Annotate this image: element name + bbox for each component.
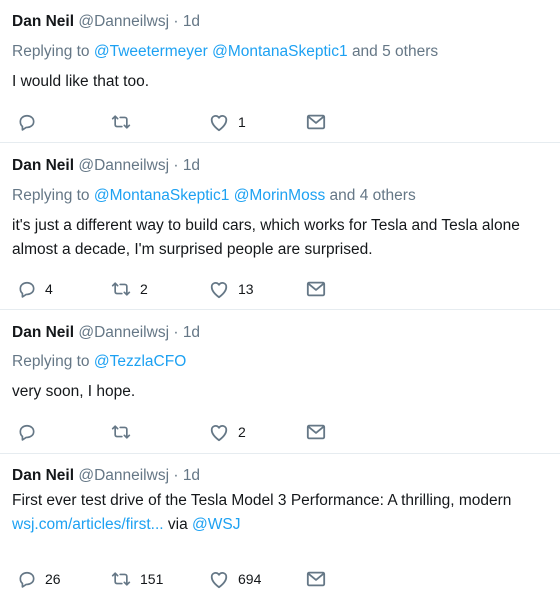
author-handle[interactable]: @Danneilwsj — [78, 467, 169, 484]
like-count: 2 — [238, 424, 246, 440]
reply-button[interactable] — [17, 420, 45, 444]
tweet-header: Dan Neil @Danneilwsj · 1d — [12, 466, 200, 486]
tweet-actions: 2 — [0, 420, 560, 444]
tweet-actions: 1 — [0, 110, 560, 134]
replying-prefix: Replying to — [12, 353, 90, 370]
dm-button[interactable] — [305, 110, 327, 134]
retweet-count: 151 — [140, 571, 164, 587]
author-handle[interactable]: @Danneilwsj — [78, 13, 169, 30]
retweet-button[interactable] — [110, 420, 140, 444]
author-name[interactable]: Dan Neil — [12, 13, 74, 30]
retweet-button[interactable] — [110, 110, 140, 134]
author-name[interactable]: Dan Neil — [12, 467, 74, 484]
tweet-text-line: wsj.com/articles/first... via @WSJ — [12, 515, 240, 535]
timestamp[interactable]: 1d — [183, 324, 200, 341]
tweet-text-line: First ever test drive of the Tesla Model… — [12, 492, 512, 509]
author-name[interactable]: Dan Neil — [12, 157, 74, 174]
timestamp[interactable]: 1d — [183, 157, 200, 174]
retweet-icon — [110, 112, 132, 132]
heart-icon — [208, 279, 230, 299]
reply-icon — [17, 279, 37, 299]
mention-link[interactable]: @TezzlaCFO — [94, 353, 186, 370]
tweet-header: Dan Neil @Danneilwsj · 1d — [12, 156, 200, 176]
dm-button[interactable] — [305, 277, 327, 301]
mention-link[interactable]: @WSJ — [192, 516, 240, 533]
reply-button[interactable]: 4 — [17, 277, 53, 301]
timestamp[interactable]: 1d — [183, 13, 200, 30]
reply-icon — [17, 422, 37, 442]
replying-suffix[interactable]: and 5 others — [352, 43, 438, 60]
tweet-actions: 26 151 694 — [0, 567, 560, 591]
heart-icon — [208, 422, 230, 442]
separator-dot: · — [173, 324, 179, 341]
tweet-text-line: almost a decade, I'm surprised people ar… — [12, 241, 373, 258]
separator-dot: · — [173, 467, 179, 484]
reply-count: 26 — [45, 571, 61, 587]
mention-link[interactable]: @Tweetermeyer — [94, 43, 208, 60]
mail-icon — [305, 569, 327, 589]
like-button[interactable]: 694 — [208, 567, 261, 591]
reply-icon — [17, 112, 37, 132]
retweet-button[interactable]: 151 — [110, 567, 163, 591]
retweet-icon — [110, 569, 132, 589]
tweet-text: I would like that too. — [12, 73, 149, 90]
like-button[interactable]: 1 — [208, 110, 246, 134]
mention-link[interactable]: @MontanaSkeptic1 — [212, 43, 348, 60]
replying-to: Replying to @TezzlaCFO — [12, 352, 186, 372]
replying-prefix: Replying to — [12, 43, 90, 60]
reply-icon — [17, 569, 37, 589]
tweet-actions: 4 2 13 — [0, 277, 560, 301]
author-handle[interactable]: @Danneilwsj — [78, 157, 169, 174]
replying-to: Replying to @MontanaSkeptic1 @MorinMoss … — [12, 186, 416, 206]
retweet-button[interactable]: 2 — [110, 277, 148, 301]
heart-icon — [208, 112, 230, 132]
tweet-header: Dan Neil @Danneilwsj · 1d — [12, 323, 200, 343]
tweet[interactable]: Dan Neil @Danneilwsj · 1d First ever tes… — [0, 455, 560, 600]
tweet-feed: Dan Neil @Danneilwsj · 1d Replying to @T… — [0, 0, 560, 600]
tweet[interactable]: Dan Neil @Danneilwsj · 1d Replying to @M… — [0, 144, 560, 310]
like-count: 13 — [238, 281, 254, 297]
tweet-text: very soon, I hope. — [12, 383, 136, 400]
article-link[interactable]: wsj.com/articles/first... — [12, 516, 164, 533]
like-button[interactable]: 2 — [208, 420, 246, 444]
via-text: via — [167, 516, 188, 533]
replying-suffix[interactable]: and 4 others — [330, 187, 416, 204]
retweet-icon — [110, 422, 132, 442]
separator-dot: · — [173, 157, 179, 174]
mention-link[interactable]: @MontanaSkeptic1 — [94, 187, 230, 204]
reply-button[interactable] — [17, 110, 45, 134]
separator-dot: · — [173, 13, 179, 30]
tweet[interactable]: Dan Neil @Danneilwsj · 1d Replying to @T… — [0, 311, 560, 454]
retweet-icon — [110, 279, 132, 299]
tweet-header: Dan Neil @Danneilwsj · 1d — [12, 12, 200, 32]
author-name[interactable]: Dan Neil — [12, 324, 74, 341]
mail-icon — [305, 279, 327, 299]
replying-to: Replying to @Tweetermeyer @MontanaSkepti… — [12, 42, 438, 62]
mail-icon — [305, 422, 327, 442]
timestamp[interactable]: 1d — [183, 467, 200, 484]
mail-icon — [305, 112, 327, 132]
heart-icon — [208, 569, 230, 589]
tweet-text-line: it's just a different way to build cars,… — [12, 217, 520, 234]
mention-link[interactable]: @MorinMoss — [234, 187, 326, 204]
author-handle[interactable]: @Danneilwsj — [78, 324, 169, 341]
like-count: 1 — [238, 114, 246, 130]
retweet-count: 2 — [140, 281, 148, 297]
reply-count: 4 — [45, 281, 53, 297]
dm-button[interactable] — [305, 420, 327, 444]
like-button[interactable]: 13 — [208, 277, 254, 301]
reply-button[interactable]: 26 — [17, 567, 61, 591]
like-count: 694 — [238, 571, 262, 587]
tweet[interactable]: Dan Neil @Danneilwsj · 1d Replying to @T… — [0, 0, 560, 143]
replying-prefix: Replying to — [12, 187, 90, 204]
dm-button[interactable] — [305, 567, 327, 591]
